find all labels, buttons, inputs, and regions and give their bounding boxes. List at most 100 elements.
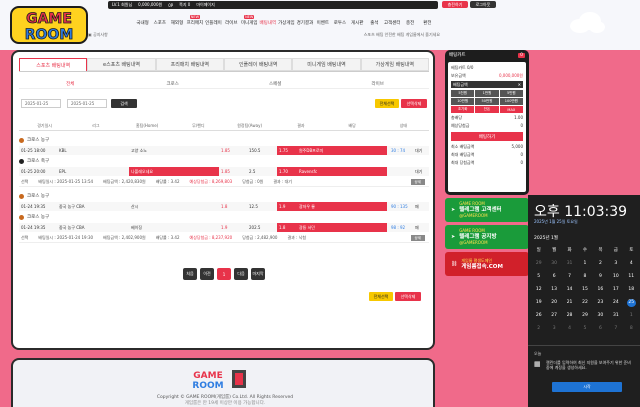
cell-mark[interactable]: 1.85 <box>219 167 247 176</box>
amount-button-8[interactable]: MAX <box>499 106 523 113</box>
calendar-day[interactable]: 12 <box>531 286 546 294</box>
cell-home[interactable]: 나폴레오네요 <box>129 167 219 176</box>
calendar-day[interactable]: 4 <box>624 260 639 268</box>
nav-item-0[interactable]: 국내형 <box>135 14 150 26</box>
calendar-day[interactable]: 7 <box>562 273 577 281</box>
page-0[interactable]: 처음 <box>183 268 197 280</box>
calendar-day[interactable]: 6 <box>546 273 561 281</box>
subtab-3[interactable]: 라이브 <box>327 79 430 88</box>
tab-2[interactable]: 프리매치 배팅내역 <box>155 58 224 71</box>
detail-button[interactable]: 상세 <box>410 235 425 241</box>
calendar-day[interactable]: 9 <box>593 273 608 281</box>
nav-item-16[interactable]: 환전 <box>420 14 435 26</box>
calendar-day[interactable]: 17 <box>608 286 623 294</box>
nav-item-7[interactable]: 배팅내역 <box>260 14 277 26</box>
nav-item-4[interactable]: 인플레이 <box>205 14 222 26</box>
subtab-1[interactable]: 크로스 <box>122 79 225 88</box>
notice-link[interactable]: ▣ 공지사항 <box>88 32 108 38</box>
calendar-day[interactable]: 30 <box>546 260 561 268</box>
nav-item-12[interactable]: 게시판 <box>350 14 365 26</box>
calendar-day[interactable]: 26 <box>531 312 546 320</box>
nav-item-13[interactable]: 출석 <box>367 14 382 26</box>
place-bet-button[interactable]: 배팅하기 <box>451 132 523 141</box>
cell-away_odds[interactable]: 1.9 <box>277 202 297 211</box>
cell-away[interactable]: 원주DB프로미 <box>297 146 387 155</box>
calendar-day[interactable]: 2 <box>593 260 608 268</box>
select-all-button[interactable]: 전체선택 <box>375 99 399 108</box>
calendar-day[interactable]: 5 <box>577 325 592 333</box>
calendar-day[interactable]: 13 <box>546 286 561 294</box>
calendar-day[interactable]: 31 <box>608 312 623 320</box>
date-to-input[interactable]: 2025-01-25 <box>67 99 107 108</box>
calendar-day[interactable]: 29 <box>531 260 546 268</box>
calendar-day[interactable]: 11 <box>624 273 639 281</box>
info-check[interactable]: 선택 <box>21 179 28 185</box>
detail-button[interactable]: 상세 <box>410 179 425 185</box>
calendar-day[interactable]: 31 <box>562 260 577 268</box>
tab-1[interactable]: e스포츠 배팅내역 <box>87 58 156 71</box>
delete-selected-button[interactable]: 선택삭제 <box>401 99 427 108</box>
tab-4[interactable]: 미니게임 배팅내역 <box>292 58 361 71</box>
side-banner-0[interactable]: ➤ GAME ROOM 텔레그램 고객센터 @GAMEROOM <box>445 198 529 222</box>
calendar-day[interactable]: 25 <box>626 299 636 307</box>
event-start-button[interactable]: 시작 <box>552 382 622 392</box>
cell-home[interactable]: 베이징 <box>129 223 219 232</box>
tab-5[interactable]: 가상게임 배팅내역 <box>360 58 429 71</box>
calendar-day[interactable]: 8 <box>577 273 592 281</box>
cell-mark[interactable]: 1.8 <box>219 202 247 211</box>
cell-away[interactable]: 광둥 서던 <box>297 223 387 232</box>
cell-away[interactable]: 광저우 롱 <box>297 202 387 211</box>
calendar-day[interactable]: 29 <box>577 312 592 320</box>
logout-button[interactable]: 로그아웃 <box>470 1 496 8</box>
nav-item-3[interactable]: NEW 프리매치 <box>187 14 203 26</box>
calendar-day[interactable]: 10 <box>608 273 623 281</box>
amount-button-7[interactable]: 잔돈 <box>475 106 499 113</box>
calendar-day[interactable]: 24 <box>608 299 623 307</box>
calendar-day[interactable]: 1 <box>577 260 592 268</box>
calendar-day[interactable]: 6 <box>593 325 608 333</box>
tab-3[interactable]: 인플레이 배팅내역 <box>223 58 293 71</box>
amount-button-6[interactable]: 초기화 <box>451 106 475 113</box>
cell-away_odds[interactable]: 1.8 <box>277 223 297 232</box>
calendar-month[interactable]: 2025년 1월 <box>534 235 558 241</box>
cell-home[interactable]: 고양 소노 <box>129 146 219 155</box>
subtab-0[interactable]: 전체 <box>19 79 122 88</box>
amount-button-2[interactable]: 5만원 <box>499 90 523 97</box>
bottom-select-all-button[interactable]: 전체선택 <box>369 292 393 301</box>
page-4[interactable]: 마지막 <box>251 268 265 280</box>
calendar-day[interactable]: 3 <box>608 260 623 268</box>
calendar-day[interactable]: 21 <box>562 299 577 307</box>
cell-mark[interactable]: 1.85 <box>219 146 247 155</box>
amount-button-0[interactable]: 5천원 <box>451 90 475 97</box>
search-button[interactable]: 검색 <box>111 99 137 108</box>
calendar-day[interactable]: 30 <box>593 312 608 320</box>
subtab-2[interactable]: 스페셜 <box>224 79 327 88</box>
bottom-delete-button[interactable]: 선택삭제 <box>395 292 421 301</box>
amount-button-4[interactable]: 50만원 <box>475 98 499 105</box>
calendar-day[interactable]: 19 <box>531 299 546 307</box>
calendar-day[interactable]: 18 <box>624 286 639 294</box>
cell-mark[interactable]: 1.9 <box>219 223 247 232</box>
nav-item-1[interactable]: 스포츠 <box>152 14 167 26</box>
calendar-day[interactable]: 5 <box>531 273 546 281</box>
amount-button-1[interactable]: 1만원 <box>475 90 499 97</box>
nav-item-5[interactable]: 라이브 <box>224 14 239 26</box>
tab-0[interactable]: 스포츠 배팅내역 <box>19 58 88 71</box>
calendar-day[interactable]: 14 <box>562 286 577 294</box>
clock-date[interactable]: 2025년 1월 25일 토요일 <box>534 219 578 225</box>
calendar-day[interactable]: 1 <box>624 312 639 320</box>
nav-item-2[interactable]: 해외형 <box>169 14 184 26</box>
amount-button-5[interactable]: 100만원 <box>499 98 523 105</box>
cell-away[interactable]: Ravensfc <box>297 167 387 176</box>
nav-item-6[interactable]: NEW 미니게임 <box>241 14 258 26</box>
side-banner-1[interactable]: ➤ GAME ROOM 텔레그램 공지방 @GAMEROOM <box>445 225 529 249</box>
calendar-day[interactable]: 3 <box>546 325 561 333</box>
calendar-day[interactable]: 8 <box>624 325 639 333</box>
calendar-day[interactable]: 22 <box>577 299 592 307</box>
cell-home[interactable]: 산시 <box>129 202 219 211</box>
close-icon[interactable]: ✕ <box>518 82 521 87</box>
page-1[interactable]: 이전 <box>200 268 214 280</box>
calendar-day[interactable]: 23 <box>593 299 608 307</box>
cell-away_odds[interactable]: 1.75 <box>277 146 297 155</box>
topbar-item[interactable]: 마이페이지 <box>196 2 214 8</box>
